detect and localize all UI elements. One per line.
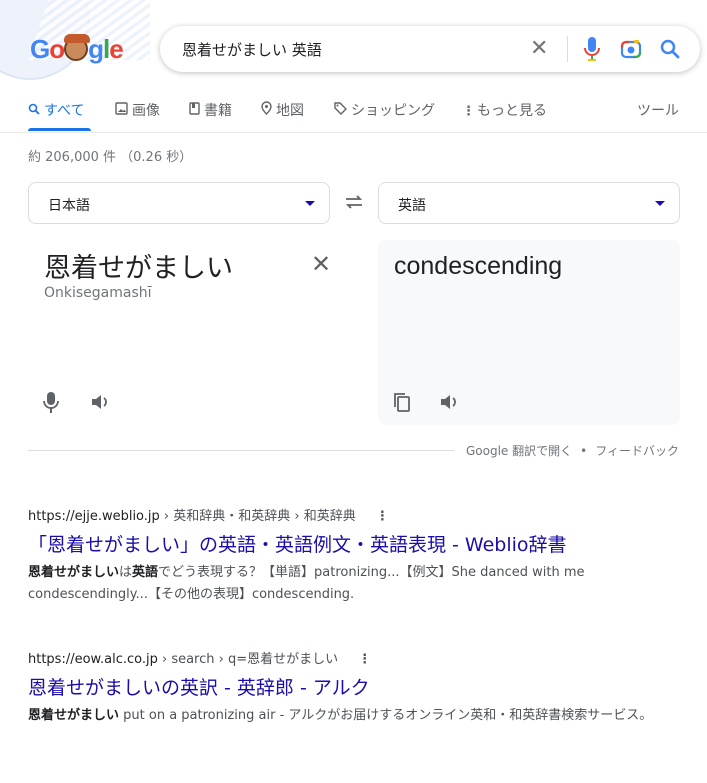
lens-camera-icon[interactable] xyxy=(620,38,642,60)
translate-footer-divider xyxy=(28,450,454,451)
translated-text: condescending xyxy=(394,252,563,280)
google-doodle-logo[interactable]: Go gle xyxy=(30,34,124,65)
source-transliteration: Onkisegamashī xyxy=(44,285,152,301)
translate-footer: Google 翻訳で開く • フィードバック xyxy=(466,444,679,458)
source-text-input[interactable]: 恩着せがましい xyxy=(44,246,233,285)
voice-search-icon[interactable] xyxy=(582,36,602,62)
clear-source-icon[interactable]: ✕ xyxy=(311,250,331,278)
search-tabs: すべて 画像 書籍 地図 ショッピング ⋮ もっと見る ツール xyxy=(28,100,680,132)
search-icon xyxy=(28,103,40,115)
speaker-icon[interactable] xyxy=(438,391,460,413)
tabs-divider xyxy=(0,132,707,133)
tab-maps[interactable]: 地図 xyxy=(261,100,304,120)
more-vert-icon: ⋮ xyxy=(462,104,475,119)
result-snippet: 恩着せがましいは英語でどう表現する？【単語】patronizing...【例文】… xyxy=(28,565,585,602)
search-divider xyxy=(567,36,568,62)
result-title-link[interactable]: 恩着せがましいの英訳 - 英辞郎 - アルク xyxy=(28,673,668,700)
speaker-icon[interactable] xyxy=(89,391,111,413)
search-box[interactable]: 恩着せがましい 英語 ✕ xyxy=(160,26,700,72)
search-result: https://ejje.weblio.jp › 英和辞典・和英辞典 › 和英辞… xyxy=(28,505,668,606)
clear-icon[interactable]: ✕ xyxy=(530,36,548,61)
open-in-google-translate-link[interactable]: Google 翻訳で開く xyxy=(466,444,572,458)
translation-output-panel: condescending xyxy=(378,240,680,425)
tab-shopping[interactable]: ショッピング xyxy=(334,100,435,120)
tab-images[interactable]: 画像 xyxy=(115,100,160,120)
result-snippet: 恩着せがましい put on a patronizing air - アルクがお… xyxy=(28,708,653,723)
tag-icon xyxy=(334,102,347,115)
swap-languages-icon[interactable] xyxy=(343,191,365,213)
more-options-icon[interactable]: ⋮ xyxy=(358,652,371,667)
dropdown-caret-icon xyxy=(305,201,315,206)
result-title-link[interactable]: 「恩着せがましい」の英語・英語例文・英語表現 - Weblio辞書 xyxy=(28,530,668,557)
more-options-icon[interactable]: ⋮ xyxy=(376,509,389,524)
copy-icon[interactable] xyxy=(391,391,413,413)
search-icon[interactable] xyxy=(658,37,682,61)
target-language-select[interactable]: 英語 xyxy=(378,182,680,224)
image-icon xyxy=(115,102,128,115)
book-icon xyxy=(189,102,200,115)
search-input[interactable]: 恩着せがましい 英語 xyxy=(182,39,322,60)
result-url[interactable]: https://ejje.weblio.jp › 英和辞典・和英辞典 › 和英辞… xyxy=(28,505,668,524)
result-stats: 約 206,000 件 （0.26 秒） xyxy=(28,150,193,165)
map-pin-icon xyxy=(261,101,272,115)
source-language-select[interactable]: 日本語 xyxy=(28,182,330,224)
doodle-face-icon xyxy=(64,34,91,61)
tab-books[interactable]: 書籍 xyxy=(189,100,232,120)
result-url[interactable]: https://eow.alc.co.jp › search › q=恩着せがま… xyxy=(28,648,668,667)
dropdown-caret-icon xyxy=(655,201,665,206)
tab-tools[interactable]: ツール xyxy=(637,100,679,120)
feedback-link[interactable]: フィードバック xyxy=(595,444,679,458)
active-tab-indicator xyxy=(28,128,91,131)
microphone-icon[interactable] xyxy=(42,390,60,414)
tab-more[interactable]: ⋮ もっと見る xyxy=(462,100,547,120)
tab-all[interactable]: すべて xyxy=(28,100,84,120)
search-result: https://eow.alc.co.jp › search › q=恩着せがま… xyxy=(28,648,668,727)
